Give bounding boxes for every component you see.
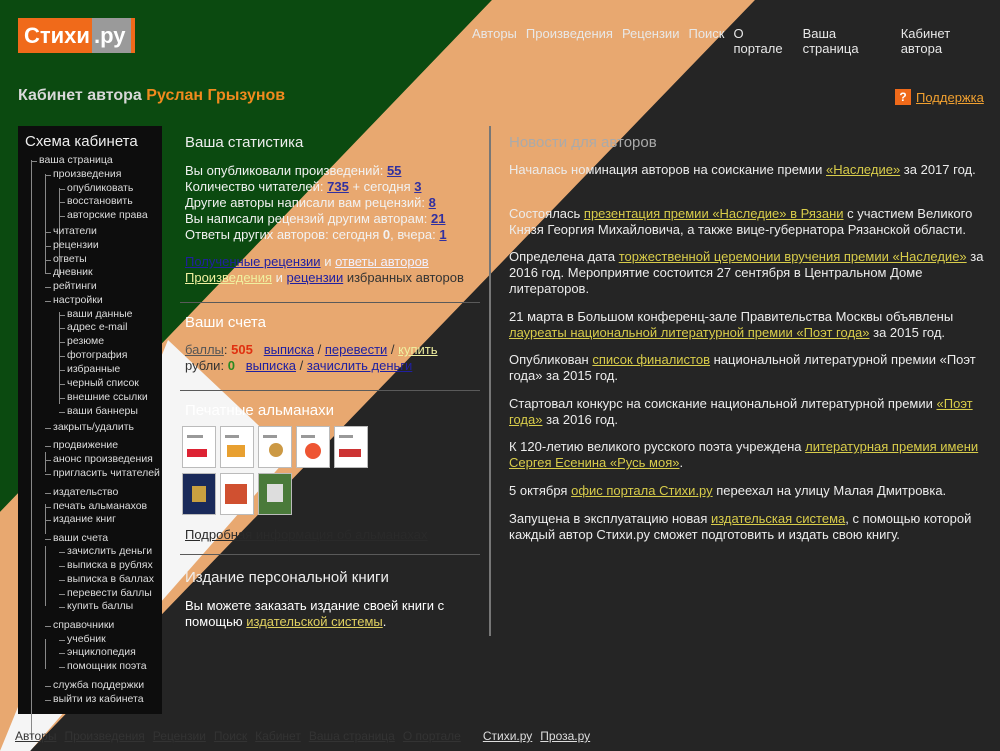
news-item: Опубликован список финалистов национальн… bbox=[509, 352, 987, 384]
news-title: Новости для авторов bbox=[509, 134, 657, 151]
news-item: К 120-летию великого русского поэта учре… bbox=[509, 439, 987, 471]
footer-your-page[interactable]: Ваша страница bbox=[309, 729, 395, 743]
news-text: за 2015 год. bbox=[869, 325, 946, 340]
news-text: за 2016 год. bbox=[542, 412, 618, 427]
news-item: 5 октября офис портала Стихи.ру переехал… bbox=[509, 483, 987, 499]
news-text: К 120-летию великого русского поэта учре… bbox=[509, 439, 806, 454]
news-column: Новости для авторов Началась номинация а… bbox=[0, 0, 1000, 751]
footer-proza[interactable]: Проза.ру bbox=[540, 729, 590, 743]
news-text: переехал на улицу Малая Дмитровка. bbox=[712, 483, 947, 498]
news-text: Опубликован bbox=[509, 352, 593, 367]
news-link[interactable]: список финалистов bbox=[592, 352, 710, 367]
news-item: Началась номинация авторов на соискание … bbox=[509, 162, 987, 178]
footer-reviews[interactable]: Рецензии bbox=[153, 729, 206, 743]
footer-stihi[interactable]: Стихи.ру bbox=[483, 729, 532, 743]
news-link[interactable]: лауреаты национальной литературной преми… bbox=[509, 325, 870, 340]
footer: Авторы Произведения Рецензии Поиск Кабин… bbox=[15, 729, 598, 743]
news-link[interactable]: издательская система bbox=[711, 511, 845, 526]
news-text: 5 октября bbox=[509, 483, 572, 498]
news-item: Запущена в эксплуатацию новая издательск… bbox=[509, 511, 987, 543]
news-item: Определена дата торжественной церемонии … bbox=[509, 249, 987, 297]
news-text: за 2017 год. bbox=[900, 162, 976, 177]
footer-cabinet[interactable]: Кабинет bbox=[255, 729, 301, 743]
footer-search[interactable]: Поиск bbox=[214, 729, 247, 743]
news-link[interactable]: «Наследие» bbox=[826, 162, 900, 177]
news-link[interactable]: офис портала Стихи.ру bbox=[571, 483, 713, 498]
news-text: Запущена в эксплуатацию новая bbox=[509, 511, 711, 526]
news-item: 21 марта в Большом конференц-зале Правит… bbox=[509, 309, 987, 341]
footer-authors[interactable]: Авторы bbox=[15, 729, 56, 743]
footer-works[interactable]: Произведения bbox=[64, 729, 144, 743]
news-text: Состоялась bbox=[509, 206, 584, 221]
news-text: 21 марта в Большом конференц-зале Правит… bbox=[509, 309, 954, 324]
news-text: Стартовал конкурс на соискание националь… bbox=[509, 396, 937, 411]
news-text: Началась номинация авторов на соискание … bbox=[509, 162, 826, 177]
news-link[interactable]: торжественной церемонии вручения премии … bbox=[619, 249, 967, 264]
news-text: Определена дата bbox=[509, 249, 619, 264]
news-link[interactable]: презентация премии «Наследие» в Рязани bbox=[584, 206, 844, 221]
news-text: . bbox=[679, 455, 684, 470]
footer-about[interactable]: О портале bbox=[403, 729, 461, 743]
news-item: Состоялась презентация премии «Наследие»… bbox=[509, 206, 987, 238]
news-item: Стартовал конкурс на соискание националь… bbox=[509, 396, 987, 428]
